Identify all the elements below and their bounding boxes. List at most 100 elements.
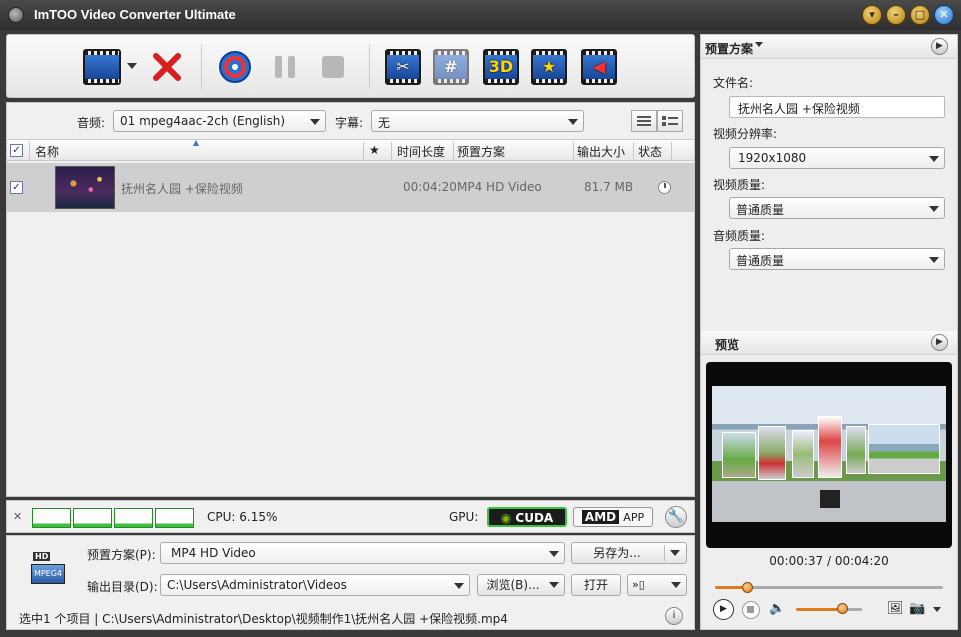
resolution-select[interactable]: 1920x1080 <box>729 147 945 169</box>
file-size: 81.7 MB <box>584 180 634 194</box>
add-dropdown-icon[interactable] <box>127 63 137 69</box>
volume-slider-knob[interactable] <box>837 603 849 614</box>
volume-speaker-icon[interactable]: 🔈 <box>769 601 785 616</box>
hd-badge: HD <box>33 552 51 561</box>
stop-icon <box>322 56 344 78</box>
col-size[interactable]: 输出大小 <box>577 143 625 160</box>
video-quality-label: 视频质量: <box>713 178 766 192</box>
chevron-down-icon[interactable] <box>755 42 763 47</box>
add-subtitle-button[interactable]: ◀ <box>581 49 617 85</box>
amd-label: AMD <box>581 510 620 524</box>
pause-button[interactable] <box>267 49 303 85</box>
col-status[interactable]: 状态 <box>638 143 662 160</box>
cpu-graph-2 <box>73 508 112 528</box>
scissors-icon: ✂ <box>396 57 410 76</box>
save-as-dropdown-icon[interactable] <box>670 550 680 556</box>
profile-select[interactable]: MP4 HD Video <box>160 542 565 564</box>
col-name[interactable]: 名称 <box>35 143 59 160</box>
star-icon: ★ <box>541 57 557 76</box>
resolution-value: 1920x1080 <box>738 151 807 165</box>
cpu-usage: CPU: 6.15% <box>207 510 278 524</box>
filename-input[interactable]: 抚州名人园 +保险视频 <box>729 96 945 118</box>
output-dir-label: 输出目录(D): <box>87 580 158 594</box>
subtitle-label: 字幕: <box>335 116 364 130</box>
camera-icon[interactable]: 📷 <box>909 601 925 616</box>
profile-section-header[interactable]: 预置方案 ▶ <box>701 35 957 59</box>
output-dir-field[interactable]: C:\Users\Administrator\Videos <box>160 574 470 596</box>
merge-button[interactable]: # <box>433 49 469 85</box>
convert-icon <box>219 51 251 83</box>
add-video-button[interactable] <box>83 49 121 85</box>
file-list-panel: 音频: 01 mpeg4aac-2ch (English) 字幕: 无 ✓ 名称… <box>6 102 695 497</box>
amd-app-badge[interactable]: AMD APP <box>573 507 653 527</box>
video-preview <box>706 362 952 548</box>
col-profile[interactable]: 预置方案 <box>457 143 505 160</box>
profile-section-title: 预置方案 <box>705 42 754 56</box>
preview-section-header: 预览 ▶ <box>701 331 957 355</box>
list-view-button[interactable] <box>631 110 657 132</box>
after-done-dropdown-icon[interactable] <box>671 582 681 588</box>
detail-view-button[interactable] <box>657 110 683 132</box>
audio-track-select[interactable]: 01 mpeg4aac-2ch (English) <box>113 110 326 132</box>
wrench-icon[interactable]: 🔧 <box>665 506 687 528</box>
save-as-button[interactable]: 另存为... <box>571 542 687 564</box>
seek-slider-knob[interactable] <box>741 582 753 593</box>
info-log-icon[interactable]: i <box>665 607 683 625</box>
maximize-button[interactable]: □ <box>910 5 930 25</box>
3d-button[interactable]: 3D <box>483 49 519 85</box>
select-all-checkbox[interactable]: ✓ <box>10 144 23 157</box>
stop-button[interactable] <box>315 49 351 85</box>
browse-button[interactable]: 浏览(B)... <box>477 574 565 596</box>
subtitle-select[interactable]: 无 <box>371 110 584 132</box>
hide-graph-close-icon[interactable]: ✕ <box>13 510 22 523</box>
red-x-icon <box>153 53 181 81</box>
convert-button[interactable] <box>217 49 253 85</box>
play-button[interactable]: ▶ <box>713 599 734 620</box>
effects-button[interactable]: ★ <box>531 49 567 85</box>
preview-image <box>712 386 946 522</box>
file-duration: 00:04:20 <box>403 180 457 194</box>
volume-slider[interactable] <box>796 608 862 611</box>
video-quality-select[interactable]: 普通质量 <box>729 197 945 219</box>
expand-arrow-icon[interactable]: ▶ <box>931 38 948 55</box>
audio-quality-select[interactable]: 普通质量 <box>729 248 945 270</box>
open-label: 打开 <box>583 578 608 592</box>
cpu-graph-1 <box>32 508 71 528</box>
clock-icon <box>658 181 671 194</box>
row-checkbox[interactable]: ✓ <box>10 181 23 194</box>
save-as-label: 另存为... <box>593 546 641 560</box>
file-profile[interactable]: MP4 HD Video <box>457 180 542 194</box>
toolbar: ✂ # 3D ★ ◀ <box>6 34 695 98</box>
open-button[interactable]: 打开 <box>571 574 621 596</box>
minimize-button[interactable]: – <box>886 5 906 25</box>
output-dir-value: C:\Users\Administrator\Videos <box>167 578 347 592</box>
browse-label: 浏览(B)... <box>486 578 540 592</box>
preview-time: 00:00:37 / 00:04:20 <box>769 554 889 568</box>
arrow-left-icon: ◀ <box>592 57 606 76</box>
close-window-button[interactable]: ✕ <box>934 5 954 25</box>
clip-button[interactable]: ✂ <box>385 49 421 85</box>
file-name: 抚州名人园 +保险视频 <box>121 182 243 196</box>
after-done-button[interactable]: »▯ <box>627 574 687 596</box>
video-quality-value: 普通质量 <box>736 203 785 217</box>
menu-dropdown-icon[interactable]: ▾ <box>862 5 882 25</box>
detail-view-icon <box>662 116 678 126</box>
performance-strip: ✕ CPU: 6.15% GPU: ◉ CUDA AMD APP 🔧 <box>6 500 695 533</box>
preview-expand-icon[interactable]: ▶ <box>931 334 948 351</box>
camera-dropdown-icon[interactable] <box>933 607 941 612</box>
cpu-graph-3 <box>114 508 153 528</box>
table-row[interactable]: ✓ 抚州名人园 +保险视频 00:04:20 MP4 HD Video 81.7… <box>7 163 694 212</box>
3d-icon: 3D <box>488 57 514 76</box>
snapshot-folder-icon[interactable]: 🖼 <box>887 601 904 616</box>
app-logo-icon <box>8 7 24 23</box>
audio-label: 音频: <box>77 116 106 130</box>
cuda-badge[interactable]: ◉ CUDA <box>487 507 567 527</box>
browse-dropdown-icon[interactable] <box>549 582 559 588</box>
audio-quality-value: 普通质量 <box>736 254 785 268</box>
status-bar-text: 选中1 个项目 | C:\Users\Administrator\Desktop… <box>19 612 508 626</box>
remove-button[interactable] <box>149 49 185 85</box>
col-rating-star-icon[interactable]: ★ <box>369 143 380 157</box>
col-duration[interactable]: 时间长度 <box>397 143 445 160</box>
after-done-icon: »▯ <box>632 578 645 591</box>
stop-preview-button[interactable] <box>742 601 760 619</box>
